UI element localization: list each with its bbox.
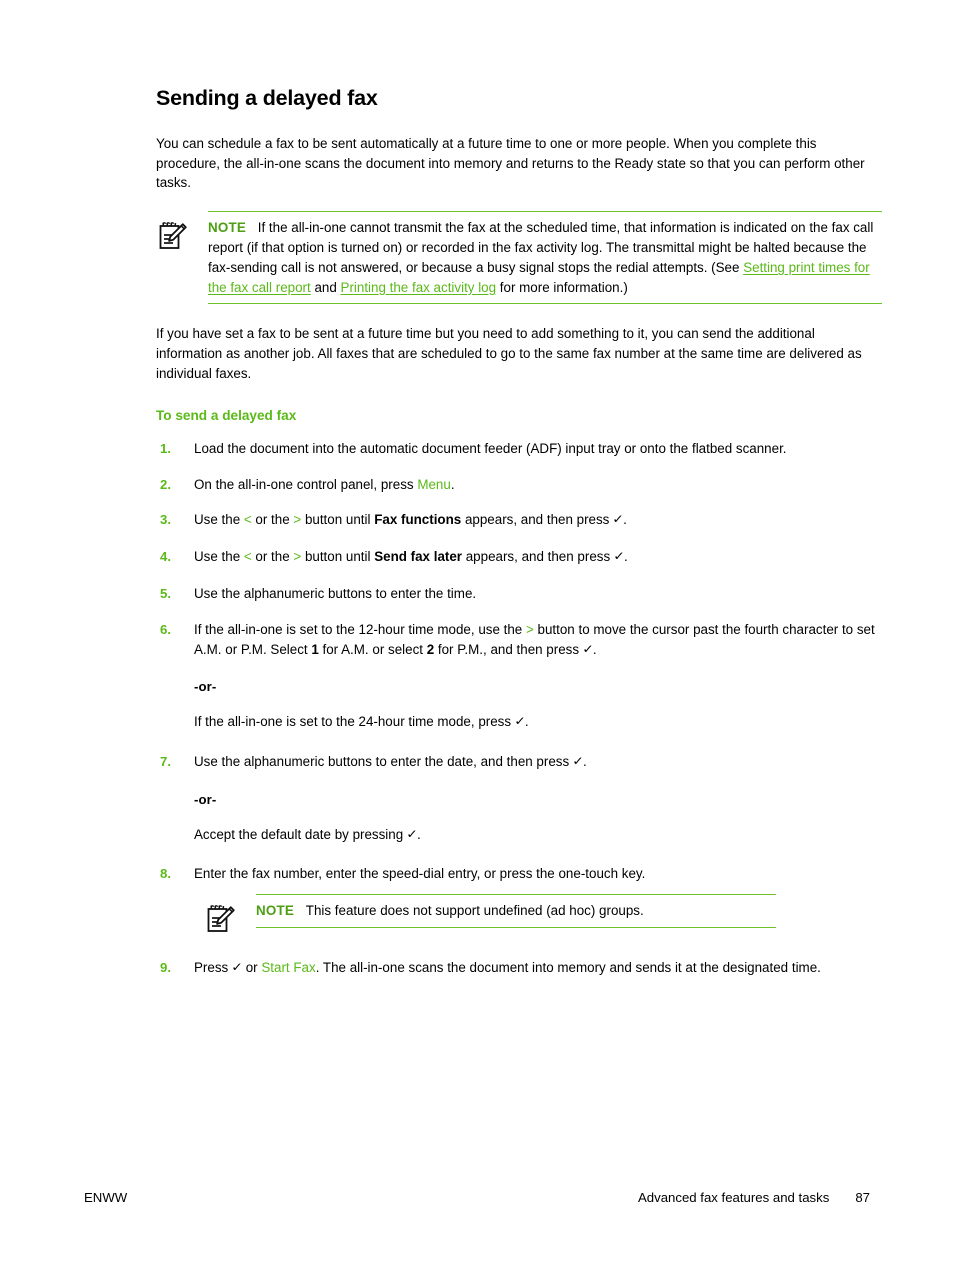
checkmark-icon: ✓ (406, 826, 418, 841)
keypad-1-label: 1 (311, 641, 319, 657)
step-number: 8. (160, 866, 171, 882)
step-text: Load the document into the automatic doc… (194, 440, 787, 456)
control-label-menu[interactable]: Menu (417, 477, 451, 492)
page-title: Sending a delayed fax (156, 86, 378, 110)
note-pad-pencil-icon (204, 902, 238, 936)
or-separator: -or- (194, 791, 217, 807)
step-4: 4. Use the < or the > button until Send … (156, 547, 882, 568)
step-6-a: If the all-in-one is set to the 12-hour … (194, 621, 526, 637)
step-number: 5. (160, 585, 171, 601)
step-2-pre: On the all-in-one control panel, press (194, 476, 418, 492)
note-body: NOTE This feature does not support undefi… (256, 895, 776, 927)
checkmark-icon: ✓ (514, 714, 526, 729)
step-3-d: appears, and then press (461, 512, 614, 528)
footer-chapter-title: Advanced fax features and tasks (637, 1190, 830, 1205)
right-arrow-button-label[interactable]: > (526, 622, 534, 637)
step-text: Use the < or the > button until Fax func… (194, 510, 882, 531)
left-arrow-button-label[interactable]: < (244, 512, 252, 527)
step-6-c: for A.M. or select (318, 641, 427, 657)
checkmark-icon: ✓ (612, 512, 624, 527)
page-content: Sending a delayed fax You can schedule a… (156, 86, 882, 995)
step-6-alternative: If the all-in-one is set to the 24-hour … (194, 712, 882, 733)
step-3-a: Use the (194, 512, 244, 528)
step-number: 7. (160, 753, 171, 769)
step-text: Use the < or the > button until Send fax… (194, 547, 882, 568)
step-number: 1. (160, 440, 171, 456)
step-text: Use the alphanumeric buttons to enter th… (194, 585, 477, 601)
step-6-alt-a: If the all-in-one is set to the 24-hour … (194, 714, 515, 730)
control-label-start-fax[interactable]: Start Fax (261, 960, 315, 975)
step-text: On the all-in-one control panel, press M… (194, 475, 882, 495)
note-rule-bottom (208, 303, 882, 305)
step-9-b: or (242, 960, 262, 976)
step-4-d: appears, and then press (462, 549, 614, 565)
intro-paragraph: You can schedule a fax to be sent automa… (156, 135, 865, 191)
checkmark-icon: ✓ (231, 960, 243, 975)
steps-list: 1. Load the document into the automatic … (156, 439, 882, 979)
document-page: Sending a delayed fax You can schedule a… (0, 0, 954, 1270)
step-5: 5. Use the alphanumeric buttons to enter… (156, 584, 882, 604)
note-text-3: for more information.) (496, 279, 628, 295)
step-2-post: . (450, 476, 455, 492)
step-text: Enter the fax number, enter the speed-di… (194, 866, 646, 882)
step-9: 9. Press ✓ or Start Fax. The all-in-one … (156, 958, 882, 979)
note-callout-secondary: NOTE This feature does not support undefi… (204, 894, 776, 942)
step-7-a: Use the alphanumeric buttons to enter th… (194, 753, 573, 769)
step-3-c: button until (301, 512, 375, 528)
note-callout-primary: NOTE If the all-in-one cannot transmit th… (156, 211, 882, 305)
step-number: 6. (160, 621, 171, 637)
step-number: 3. (160, 512, 171, 528)
or-separator: -or- (194, 679, 217, 695)
page-footer: ENWW Advanced fax features and tasks 87 (84, 1190, 870, 1205)
step-text: Use the alphanumeric buttons to enter th… (194, 752, 882, 773)
step-7-alt-a: Accept the default date by pressing (194, 826, 407, 842)
step-number: 4. (160, 549, 171, 565)
step-6: 6. If the all-in-one is set to the 12-ho… (156, 620, 882, 733)
step-6-d: for P.M., and then press (434, 641, 583, 657)
left-arrow-button-label[interactable]: < (244, 549, 252, 564)
step-3: 3. Use the < or the > button until Fax f… (156, 510, 882, 531)
step-9-a: Press (194, 960, 232, 976)
link-printing-fax-activity-log[interactable]: Printing the fax activity log (341, 280, 497, 295)
step-2: 2. On the all-in-one control panel, pres… (156, 475, 882, 495)
note-text: This feature does not support undefined … (305, 903, 644, 919)
section-subheading: To send a delayed fax (156, 407, 297, 423)
step-7: 7. Use the alphanumeric buttons to enter… (156, 752, 882, 845)
step-1: 1. Load the document into the automatic … (156, 439, 882, 459)
note-rule-bottom (256, 926, 776, 928)
second-paragraph: If you have set a fax to be sent at a fu… (156, 326, 862, 381)
menu-item-fax-functions: Fax functions (374, 512, 462, 528)
step-7-alternative: Accept the default date by pressing ✓. (194, 825, 882, 846)
note-body: NOTE If the all-in-one cannot transmit th… (208, 212, 882, 303)
step-9-c: . The all-in-one scans the document into… (315, 960, 821, 976)
checkmark-icon: ✓ (613, 549, 625, 564)
note-label: NOTE (256, 903, 294, 919)
footer-right-group: Advanced fax features and tasks 87 (638, 1190, 870, 1205)
step-number: 9. (160, 960, 171, 976)
step-text: Press ✓ or Start Fax. The all-in-one sca… (194, 958, 882, 979)
step-4-a: Use the (194, 549, 244, 565)
step-4-c: button until (301, 549, 375, 565)
step-4-b: or the (251, 549, 294, 565)
step-8: 8. Enter the fax number, enter the speed… (156, 864, 882, 942)
menu-item-send-fax-later: Send fax later (374, 549, 463, 565)
step-text: If the all-in-one is set to the 12-hour … (194, 620, 882, 661)
checkmark-icon: ✓ (572, 753, 584, 768)
note-label: NOTE (208, 220, 246, 236)
note-pad-pencil-icon (156, 219, 190, 253)
step-3-b: or the (251, 512, 294, 528)
step-number: 2. (160, 476, 171, 492)
note-text-2: and (310, 279, 341, 295)
footer-page-number: 87 (855, 1190, 870, 1205)
footer-locale-code: ENWW (84, 1190, 128, 1205)
checkmark-icon: ✓ (582, 641, 594, 656)
